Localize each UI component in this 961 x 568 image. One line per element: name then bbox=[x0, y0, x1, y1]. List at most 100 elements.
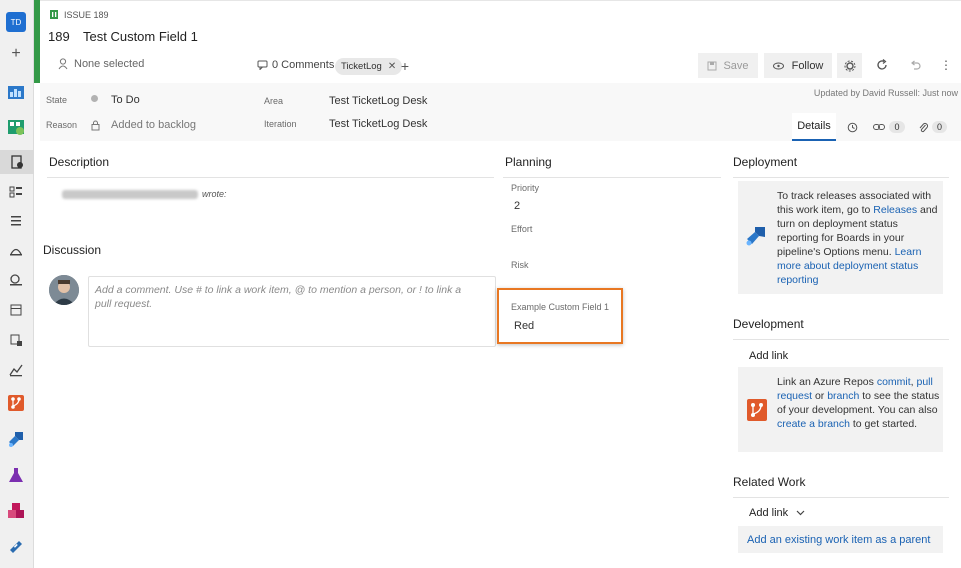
link-icon bbox=[873, 124, 886, 130]
assignee-value: None selected bbox=[74, 58, 145, 70]
save-button[interactable]: Save bbox=[698, 53, 758, 78]
project-avatar-initials: TD bbox=[10, 17, 22, 27]
undo-button[interactable] bbox=[906, 56, 924, 74]
refresh-icon bbox=[877, 59, 887, 70]
related-work-panel: Add an existing work item as a parent bbox=[738, 526, 943, 553]
work-items-icon[interactable] bbox=[0, 150, 34, 174]
add-tag-icon[interactable]: + bbox=[398, 58, 412, 74]
comment-input[interactable]: Add a comment. Use # to link a work item… bbox=[88, 276, 496, 347]
tab-attachments[interactable]: 0 bbox=[913, 113, 953, 141]
state-indicator bbox=[91, 95, 98, 102]
development-text-1: Link an Azure Repos bbox=[777, 376, 877, 388]
chevron-down-icon bbox=[796, 510, 805, 516]
tab-history[interactable] bbox=[838, 113, 866, 141]
iteration-label: Iteration bbox=[264, 119, 297, 129]
planning-title: Planning bbox=[505, 155, 552, 169]
tab-details[interactable]: Details bbox=[792, 113, 836, 141]
follow-button[interactable]: Follow bbox=[764, 53, 832, 78]
description-title: Description bbox=[49, 155, 110, 169]
work-item-fields-bar: State To Do Reason Added to backlog Area… bbox=[40, 83, 961, 141]
issue-icon bbox=[50, 10, 58, 19]
discussion-title: Discussion bbox=[43, 243, 102, 257]
analytics-icon[interactable] bbox=[6, 300, 26, 320]
gear-icon bbox=[844, 60, 855, 71]
work-item-title[interactable]: Test Custom Field 1 bbox=[83, 29, 198, 44]
repos-icon[interactable] bbox=[6, 393, 26, 413]
development-divider bbox=[733, 339, 949, 340]
undo-icon bbox=[910, 60, 921, 70]
tag-chip[interactable]: TicketLog ✕ bbox=[335, 58, 403, 75]
timeline-icon[interactable] bbox=[6, 330, 26, 350]
boards-icon[interactable] bbox=[6, 117, 26, 137]
development-add-link[interactable]: Add link bbox=[749, 350, 788, 362]
branch-link[interactable]: branch bbox=[827, 390, 859, 402]
risk-label: Risk bbox=[511, 260, 529, 270]
issue-type: ISSUE 189 bbox=[49, 9, 109, 20]
area-label: Area bbox=[264, 96, 284, 106]
custom-field-label: Example Custom Field 1 bbox=[511, 302, 610, 312]
releases-link[interactable]: Releases bbox=[873, 204, 917, 216]
comments-link[interactable]: 0 Comments bbox=[257, 59, 334, 71]
avatar bbox=[49, 275, 79, 305]
priority-label: Priority bbox=[511, 183, 540, 193]
development-text: Link an Azure Repos commit, pull request… bbox=[777, 375, 941, 431]
state-value[interactable]: To Do bbox=[111, 94, 140, 106]
person-icon bbox=[58, 58, 68, 70]
deployment-title: Deployment bbox=[733, 155, 798, 169]
dashboards-icon[interactable] bbox=[6, 360, 26, 380]
assignee-picker[interactable]: None selected bbox=[58, 58, 144, 70]
priority-value[interactable]: 2 bbox=[514, 200, 520, 212]
add-existing-parent-link[interactable]: Add an existing work item as a parent bbox=[747, 534, 930, 546]
deployment-text: To track releases associated with this w… bbox=[777, 189, 941, 287]
sprints-icon[interactable] bbox=[6, 210, 26, 230]
test-plans-icon[interactable] bbox=[6, 465, 26, 485]
reason-value: Added to backlog bbox=[111, 119, 197, 131]
comment-icon bbox=[257, 60, 268, 70]
wrote-text: wrote: bbox=[202, 189, 227, 199]
lock-icon bbox=[91, 118, 100, 136]
settings-button[interactable] bbox=[837, 53, 862, 78]
reason-label: Reason bbox=[46, 120, 78, 130]
delivery-plans-icon[interactable] bbox=[6, 270, 26, 290]
left-nav-rail: TD + bbox=[0, 0, 34, 568]
eye-icon bbox=[772, 62, 784, 69]
history-icon bbox=[847, 122, 857, 132]
updated-info: Updated by David Russell: Just now bbox=[813, 88, 958, 98]
ticketlog-icon[interactable] bbox=[6, 537, 26, 557]
development-text-5: to get started. bbox=[849, 418, 918, 430]
related-add-link-button[interactable]: Add link bbox=[749, 507, 805, 519]
pipelines-icon[interactable] bbox=[6, 429, 26, 449]
refresh-button[interactable] bbox=[873, 56, 891, 74]
related-work-title: Related Work bbox=[733, 475, 806, 489]
more-options-icon[interactable]: ⋮ bbox=[939, 56, 953, 74]
remove-tag-icon[interactable]: ✕ bbox=[388, 61, 396, 72]
project-avatar[interactable]: TD bbox=[6, 12, 26, 32]
save-icon bbox=[707, 61, 717, 70]
tab-links[interactable]: 0 bbox=[869, 113, 909, 141]
commit-link[interactable]: commit bbox=[877, 376, 911, 388]
artifacts-icon[interactable] bbox=[6, 501, 26, 521]
links-count: 0 bbox=[889, 121, 905, 133]
new-plus-icon[interactable]: + bbox=[6, 44, 26, 64]
create-branch-link[interactable]: create a branch bbox=[777, 418, 850, 430]
deployment-divider bbox=[733, 177, 949, 178]
redacted-author bbox=[62, 190, 198, 199]
iteration-value[interactable]: Test TicketLog Desk bbox=[329, 118, 427, 130]
related-work-divider bbox=[733, 497, 949, 498]
tag-label: TicketLog bbox=[341, 61, 382, 72]
area-value[interactable]: Test TicketLog Desk bbox=[329, 95, 427, 107]
overview-icon[interactable] bbox=[6, 82, 26, 102]
backlogs-icon[interactable] bbox=[6, 182, 26, 202]
custom-field-highlight: Example Custom Field 1 Red bbox=[497, 288, 623, 344]
paperclip-icon bbox=[919, 122, 928, 132]
custom-field-value[interactable]: Red bbox=[514, 320, 534, 332]
queries-icon[interactable] bbox=[6, 240, 26, 260]
development-text-3: or bbox=[812, 390, 828, 402]
description-divider bbox=[47, 177, 494, 178]
comments-count: 0 Comments bbox=[272, 59, 335, 71]
development-title: Development bbox=[733, 317, 804, 331]
development-panel: Link an Azure Repos commit, pull request… bbox=[738, 367, 943, 452]
attachments-count: 0 bbox=[931, 121, 947, 133]
effort-label: Effort bbox=[511, 224, 533, 234]
details-tab-label: Details bbox=[797, 120, 831, 132]
